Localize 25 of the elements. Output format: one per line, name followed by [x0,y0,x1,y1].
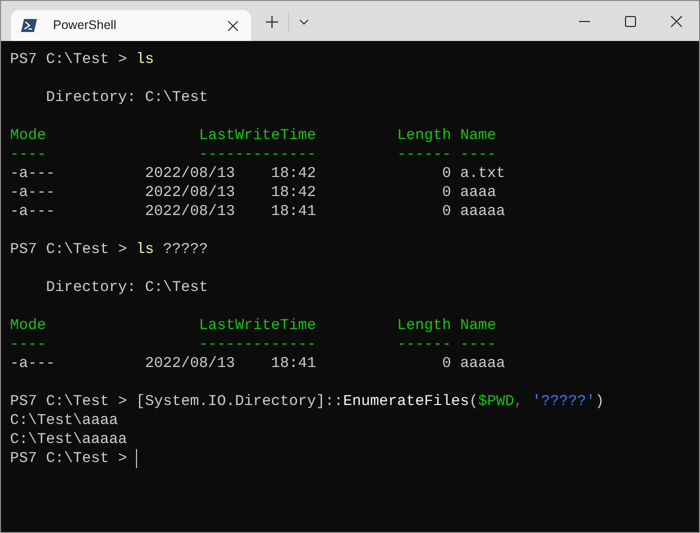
minimize-icon [578,20,590,22]
maximize-icon [624,16,636,26]
terminal-line: C:\Test\aaaa [10,411,118,430]
tab-title: PowerShell [53,17,118,34]
terminal-line: -a--- 2022/08/13 18:42 0 a.txt [10,164,506,183]
terminal-line: C:\Test\aaaaa [10,430,128,449]
tab[interactable]: PowerShell [11,10,251,41]
terminal-line: Directory: C:\Test [45,88,208,107]
close-icon [670,16,682,26]
terminal-line: -a--- 2022/08/13 18:41 0 aaaaa [10,202,506,221]
terminal-line: PS7 C:\Test > ls ????? [10,240,208,259]
terminal-line: PS7 C:\Test > ls [10,50,154,69]
chevron-down-icon [299,19,309,25]
plus-icon [266,16,278,28]
terminal-line: ---- ------------- ------ ---- [10,145,496,164]
terminal-line: ---- ------------- ------ ---- [10,335,496,354]
terminal-line: Directory: C:\Test [45,278,208,297]
terminal-line: Mode LastWriteTime Length Name [10,126,496,145]
close-icon [228,20,238,30]
terminal-line: -a--- 2022/08/13 18:42 0 aaaa [10,183,496,202]
terminal-line: PS7 C:\Test > [System.IO.Directory]::EnumerateFiles($PWD, '?????') [10,392,604,411]
terminal-line: Mode LastWriteTime Length Name [10,316,496,335]
terminal-line: -a--- 2022/08/13 18:41 0 aaaaa [10,354,506,373]
terminal-prompt-icon [21,19,37,32]
terminal-line: PS7 C:\Test > [10,449,128,468]
